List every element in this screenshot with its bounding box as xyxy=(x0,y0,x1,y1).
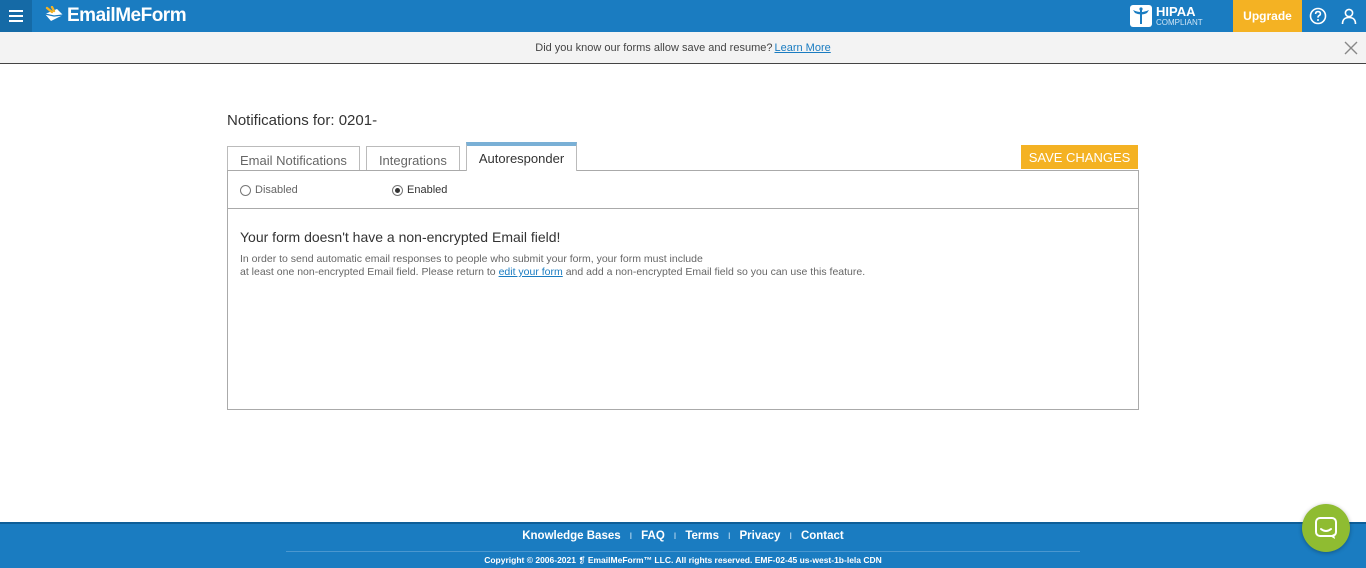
tab-autoresponder[interactable]: Autoresponder xyxy=(465,142,578,171)
tab-bar: Email Notifications Integrations Autores… xyxy=(227,142,583,174)
footer-link-contact[interactable]: Contact xyxy=(801,530,844,542)
warning-body: In order to send automatic email respons… xyxy=(240,253,940,279)
page-title: Notifications for: 0201- xyxy=(227,112,378,129)
warning-title: Your form doesn't have a non-encrypted E… xyxy=(240,229,561,245)
footer-link-privacy[interactable]: Privacy xyxy=(740,530,781,542)
warning-line-1: In order to send automatic email respons… xyxy=(240,253,703,265)
hipaa-subtitle: COMPLIANT xyxy=(1156,18,1203,27)
menu-button[interactable] xyxy=(0,0,32,32)
upgrade-button[interactable]: Upgrade xyxy=(1233,0,1302,32)
autoresponder-toggle-row: Disabled Enabled xyxy=(228,171,1138,209)
footer-separator: I xyxy=(629,531,633,541)
radio-enabled-indicator[interactable] xyxy=(392,184,403,196)
hipaa-badge: HIPAA COMPLIANT xyxy=(1130,4,1203,28)
hipaa-title: HIPAA xyxy=(1156,4,1196,19)
radio-enabled-label: Enabled xyxy=(407,184,448,196)
banner-text: Did you know our forms allow save and re… xyxy=(535,41,773,54)
warning-line-2-end: and add a non-encrypted Email field so y… xyxy=(565,266,866,278)
top-navbar: EmailMeForm HIPAA COMPLIANT Upgrade xyxy=(0,0,1366,32)
footer-links: Knowledge Bases I FAQ I Terms I Privacy … xyxy=(0,530,1366,542)
warning-line-2-start: at least one non-encrypted Email field. … xyxy=(240,266,496,278)
chat-icon xyxy=(1315,517,1337,539)
footer-link-knowledge-bases[interactable]: Knowledge Bases xyxy=(522,530,620,542)
menu-icon xyxy=(9,10,23,12)
autoresponder-panel: Disabled Enabled Your form doesn't have … xyxy=(227,170,1139,410)
edit-your-form-link[interactable]: edit your form xyxy=(499,266,563,278)
radio-enabled[interactable]: Enabled xyxy=(392,184,447,196)
footer-link-terms[interactable]: Terms xyxy=(685,530,719,542)
footer: Knowledge Bases I FAQ I Terms I Privacy … xyxy=(0,522,1366,568)
footer-separator: I xyxy=(789,531,792,541)
radio-disabled[interactable]: Disabled xyxy=(240,184,298,196)
hipaa-caduceus-icon xyxy=(1130,5,1152,27)
radio-disabled-indicator[interactable] xyxy=(240,184,251,196)
footer-separator: I xyxy=(673,531,677,541)
radio-disabled-label: Disabled xyxy=(255,184,298,196)
close-icon[interactable] xyxy=(1344,41,1358,55)
save-changes-button[interactable]: SAVE CHANGES xyxy=(1021,145,1138,169)
footer-divider xyxy=(286,551,1080,552)
user-icon[interactable] xyxy=(1340,7,1358,25)
logo-envelope-icon xyxy=(44,6,64,21)
learn-more-link[interactable]: Learn More xyxy=(774,42,830,54)
info-banner: Did you know our forms allow save and re… xyxy=(0,32,1366,64)
logo-text: EmailMeForm xyxy=(67,5,187,26)
logo[interactable]: EmailMeForm xyxy=(43,4,187,28)
copyright-text: Copyright © 2006-2021 ❡ EmailMeForm™ LLC… xyxy=(484,555,882,565)
footer-link-faq[interactable]: FAQ xyxy=(641,530,665,542)
help-icon[interactable] xyxy=(1309,7,1327,25)
chat-launcher-button[interactable] xyxy=(1302,504,1350,552)
footer-separator: I xyxy=(727,531,731,541)
